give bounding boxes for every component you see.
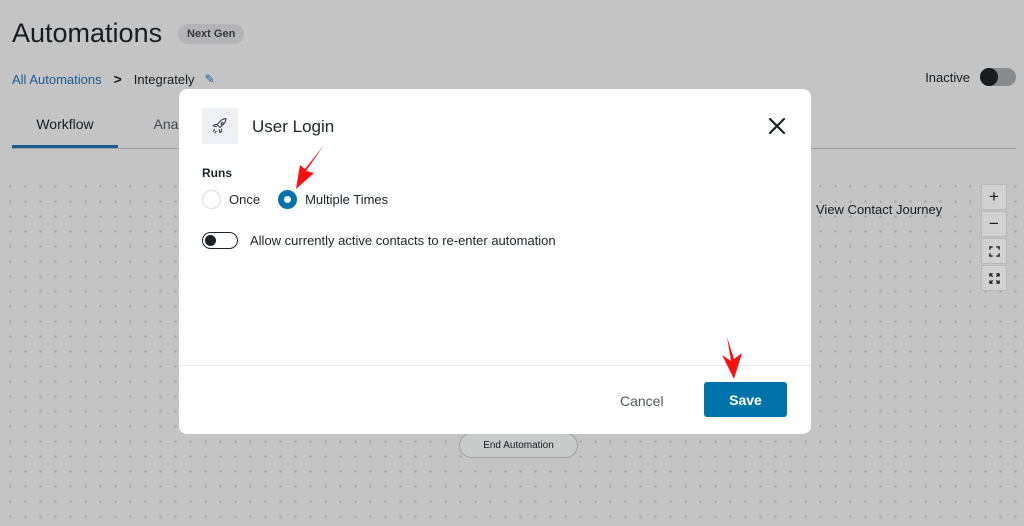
annotation-arrow-multiple-times: [296, 145, 324, 189]
radio-once-label: Once: [229, 192, 261, 207]
save-button[interactable]: Save: [704, 382, 787, 417]
radio-option-multiple-times[interactable]: Multiple Times: [278, 190, 388, 209]
modal-footer-divider: [179, 365, 811, 366]
runs-label: Runs: [202, 166, 232, 180]
radio-multiple-times-label: Multiple Times: [305, 192, 389, 207]
close-button[interactable]: [765, 114, 789, 138]
radio-once[interactable]: [202, 190, 221, 209]
reenter-label: Allow currently active contacts to re-en…: [250, 233, 556, 248]
cancel-button[interactable]: Cancel: [620, 393, 664, 409]
reenter-toggle[interactable]: [202, 232, 238, 249]
modal-title: User Login: [252, 117, 335, 136]
close-icon: [768, 117, 786, 135]
runs-radio-group: Once Multiple Times: [202, 190, 406, 209]
radio-option-once[interactable]: Once: [202, 190, 260, 209]
rocket-icon: [202, 108, 238, 144]
radio-multiple-times[interactable]: [278, 190, 298, 209]
trigger-settings-modal: User Login Runs Once Multiple Times Allo…: [179, 89, 811, 434]
reenter-setting: Allow currently active contacts to re-en…: [202, 232, 556, 249]
annotation-arrow-save: [722, 337, 742, 379]
